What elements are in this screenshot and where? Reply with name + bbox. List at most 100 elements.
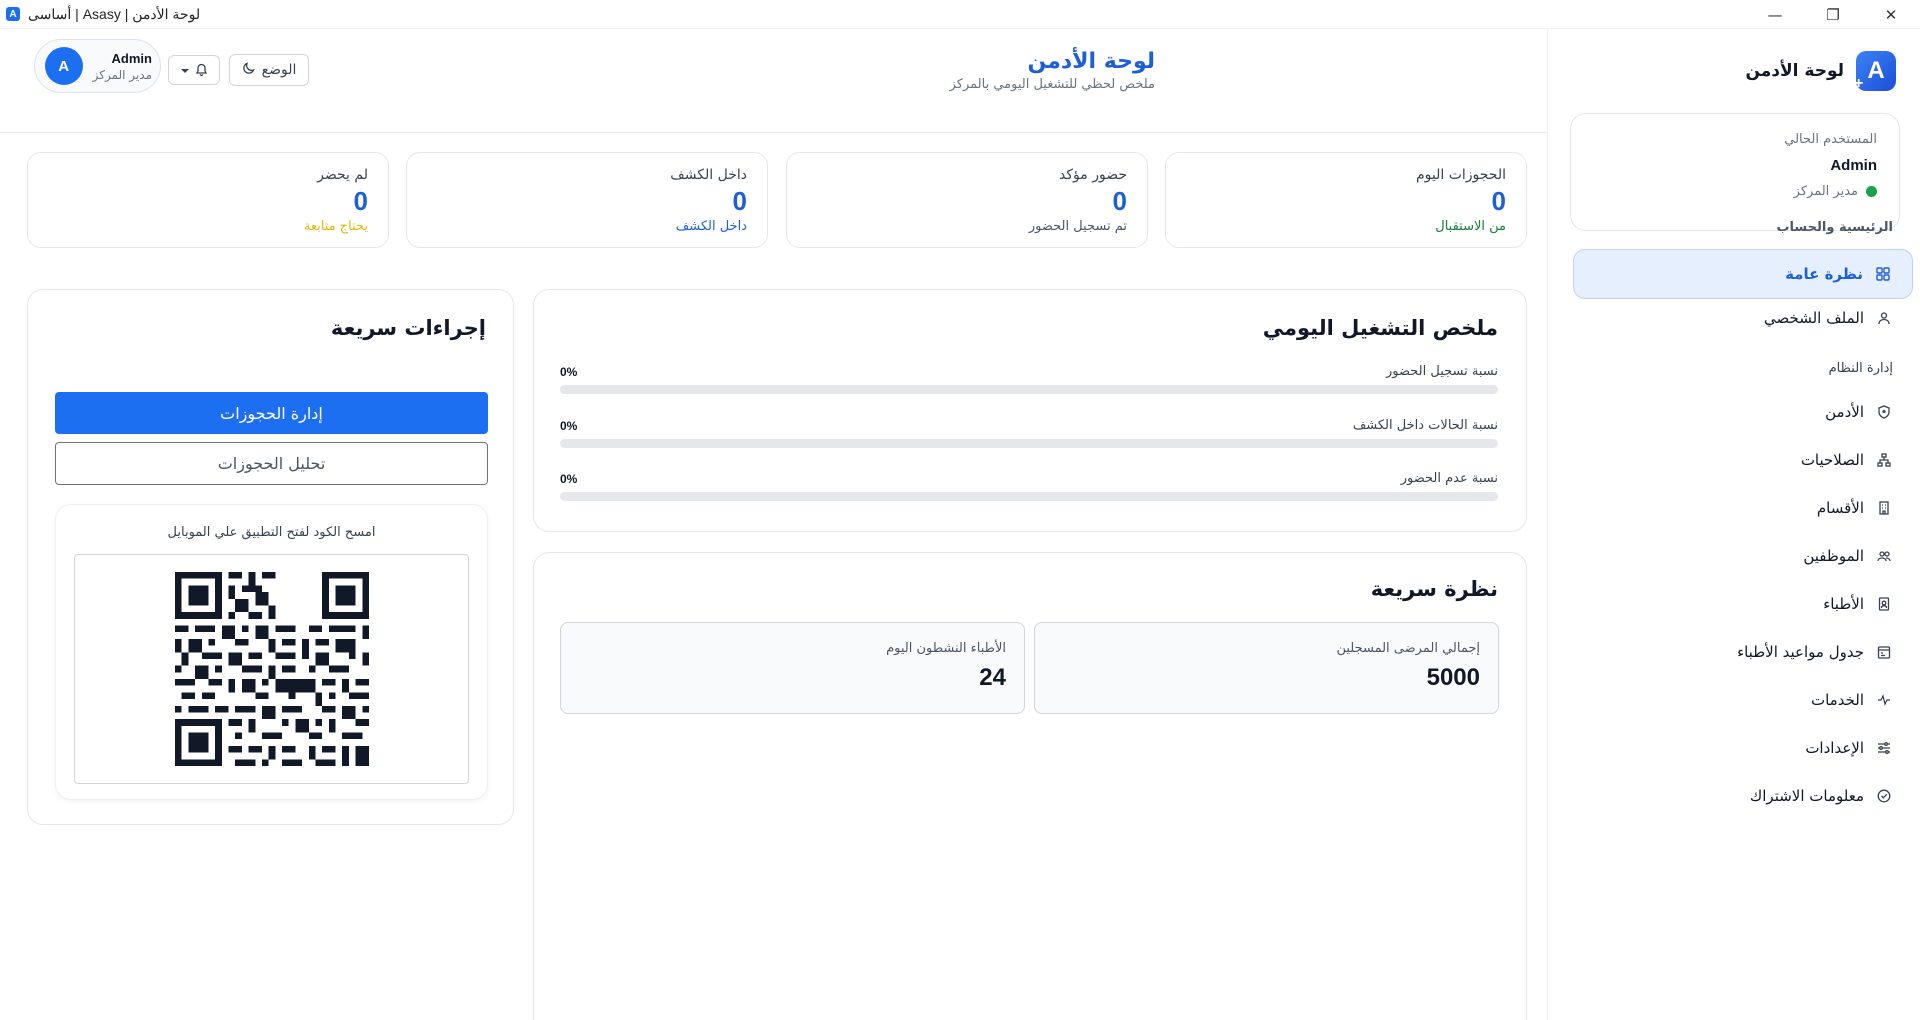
sidebar-item-label: الإعدادات <box>1805 739 1864 757</box>
progress-track <box>560 439 1498 448</box>
stat-label: داخل الكشف <box>670 167 747 183</box>
progress-track <box>560 385 1498 394</box>
grid-icon <box>1875 266 1891 282</box>
mini-card-value: 5000 <box>1426 664 1480 691</box>
current-user-name: Admin <box>1830 157 1877 174</box>
progress-label: نسبة الحالات داخل الكشف <box>1352 418 1498 433</box>
sidebar-item-label: معلومات الاشتراك <box>1749 787 1864 805</box>
sidebar-item-overview[interactable]: نظرة عامة <box>1573 249 1913 299</box>
maximize-button[interactable]: ❐ <box>1804 0 1862 29</box>
stat-label: حضور مؤكد <box>1059 167 1127 183</box>
progress-attendance: نسبة تسجيل الحضور 0% <box>560 364 1498 394</box>
sidebar-item-settings[interactable]: الإعدادات <box>1573 723 1913 773</box>
moon-icon <box>242 61 256 79</box>
stat-value: 0 <box>732 186 747 216</box>
progress-label: نسبة عدم الحضور <box>1400 471 1498 486</box>
chevron-down-icon <box>180 63 189 77</box>
brand[interactable]: A + لوحة الأدمن <box>1745 51 1896 92</box>
calendar-icon <box>1876 644 1892 660</box>
progress-in-examination: نسبة الحالات داخل الكشف 0% <box>560 418 1498 448</box>
sidebar-item-admins[interactable]: الأدمن <box>1573 387 1913 437</box>
progress-label: نسبة تسجيل الحضور <box>1386 364 1498 379</box>
stat-label: لم يحضر <box>317 167 368 183</box>
header-user-role: مدير المركز <box>92 67 152 82</box>
manage-bookings-button[interactable]: إدارة الحجوزات <box>55 392 488 434</box>
sidebar-item-label: نظرة عامة <box>1785 265 1863 283</box>
progress-value: 0% <box>560 418 578 433</box>
header-user-name: Admin <box>111 50 152 66</box>
current-user-role-text: مدير المركز <box>1793 184 1858 199</box>
stat-foot: من الاستقبال <box>1435 219 1506 234</box>
sidebar-item-label: الملف الشخصي <box>1764 309 1864 327</box>
sidebar-item-permissions[interactable]: الصلاحيات <box>1573 435 1913 485</box>
building-icon <box>1876 500 1892 516</box>
page-header: لوحة الأدمن ملخص لحظي للتشغيل اليومي بال… <box>0 29 1547 133</box>
total-patients-card: إجمالي المرضى المسجلين 5000 <box>1034 622 1499 714</box>
daily-summary-title: ملخص التشغيل اليومي <box>1262 316 1498 340</box>
sidebar: A + لوحة الأدمن المستخدم الحالي Admin مد… <box>1547 29 1920 1020</box>
brand-logo-letter: A <box>1867 57 1885 84</box>
sliders-icon <box>1876 740 1892 756</box>
minimize-button[interactable]: — <box>1746 0 1804 29</box>
stat-foot: تم تسجيل الحضور <box>1028 219 1127 234</box>
theme-mode-label: الوضع <box>261 62 297 78</box>
sidebar-item-departments[interactable]: الأقسام <box>1573 483 1913 533</box>
qr-caption: امسح الكود لفتح التطبيق علي الموبايل <box>167 525 376 540</box>
quick-actions-title: إجراءات سريعة <box>330 316 486 340</box>
qr-code-icon <box>174 572 369 766</box>
online-status-icon <box>1866 186 1877 197</box>
qr-card: امسح الكود لفتح التطبيق علي الموبايل <box>55 504 488 800</box>
sidebar-item-label: الصلاحيات <box>1800 451 1864 469</box>
stat-card-in-examination: داخل الكشف 0 داخل الكشف <box>406 152 768 248</box>
sidebar-item-doctors[interactable]: الأطباء <box>1573 579 1913 629</box>
notifications-button[interactable] <box>168 55 220 85</box>
progress-track <box>560 492 1498 501</box>
analyze-bookings-button[interactable]: تحليل الحجوزات <box>55 442 488 485</box>
stat-card-confirmed-attendance: حضور مؤكد 0 تم تسجيل الحضور <box>786 152 1148 248</box>
sidebar-item-label: الموظفين <box>1803 547 1864 565</box>
pulse-icon <box>1876 692 1892 708</box>
progress-value: 0% <box>560 471 578 486</box>
qr-code-frame <box>74 554 469 784</box>
badge-icon <box>1876 596 1892 612</box>
header-user-menu[interactable]: Admin مدير المركز A <box>34 39 161 93</box>
app-icon: A <box>6 7 20 21</box>
stat-label: الحجوزات اليوم <box>1415 167 1506 183</box>
stat-card-bookings-today: الحجوزات اليوم 0 من الاستقبال <box>1165 152 1527 248</box>
sidebar-item-doctor-schedule[interactable]: جدول مواعيد الأطباء <box>1573 627 1913 677</box>
mini-card-label: الأطباء النشطون اليوم <box>886 641 1006 656</box>
stat-card-no-show: لم يحضر 0 يحتاج متابعة <box>27 152 389 248</box>
close-button[interactable]: ✕ <box>1862 0 1920 29</box>
brand-logo-icon: A + <box>1854 51 1896 92</box>
sidebar-item-subscription[interactable]: معلومات الاشتراك <box>1573 771 1913 821</box>
quick-view-title: نظرة سريعة <box>1370 577 1498 601</box>
window-controls: — ❐ ✕ <box>1746 0 1920 29</box>
sidebar-item-label: الأدمن <box>1825 403 1864 421</box>
window-title: أساسى | Asasy | لوحة الأدمن <box>28 5 201 22</box>
mini-card-label: إجمالي المرضى المسجلين <box>1336 641 1480 656</box>
current-user-card: المستخدم الحالي Admin مدير المركز <box>1570 113 1900 231</box>
stat-value: 0 <box>353 186 368 216</box>
stat-foot: يحتاج متابعة <box>303 219 368 234</box>
sidebar-item-label: جدول مواعيد الأطباء <box>1737 643 1864 661</box>
sidebar-item-employees[interactable]: الموظفين <box>1573 531 1913 581</box>
avatar: A <box>44 47 83 85</box>
progress-no-show: نسبة عدم الحضور 0% <box>560 471 1498 501</box>
shield-icon <box>1876 404 1892 420</box>
users-icon <box>1876 548 1892 564</box>
daily-summary-panel: ملخص التشغيل اليومي نسبة تسجيل الحضور 0%… <box>533 289 1527 532</box>
hierarchy-icon <box>1876 452 1892 468</box>
sidebar-item-label: الأطباء <box>1823 595 1864 613</box>
sidebar-item-profile[interactable]: الملف الشخصي <box>1573 293 1913 343</box>
theme-mode-button[interactable]: الوضع <box>229 54 309 86</box>
stat-value: 0 <box>1491 186 1506 216</box>
active-doctors-card: الأطباء النشطون اليوم 24 <box>560 622 1025 714</box>
stat-value: 0 <box>1112 186 1127 216</box>
stat-foot: داخل الكشف <box>675 219 747 234</box>
sidebar-item-services[interactable]: الخدمات <box>1573 675 1913 725</box>
page-title: لوحة الأدمن <box>1027 49 1155 74</box>
page-subtitle: ملخص لحظي للتشغيل اليومي بالمركز <box>949 77 1155 92</box>
window-titlebar: A أساسى | Asasy | لوحة الأدمن — ❐ ✕ <box>0 0 1920 29</box>
header-user-text: Admin مدير المركز <box>93 51 152 82</box>
current-user-role: مدير المركز <box>1593 184 1877 199</box>
